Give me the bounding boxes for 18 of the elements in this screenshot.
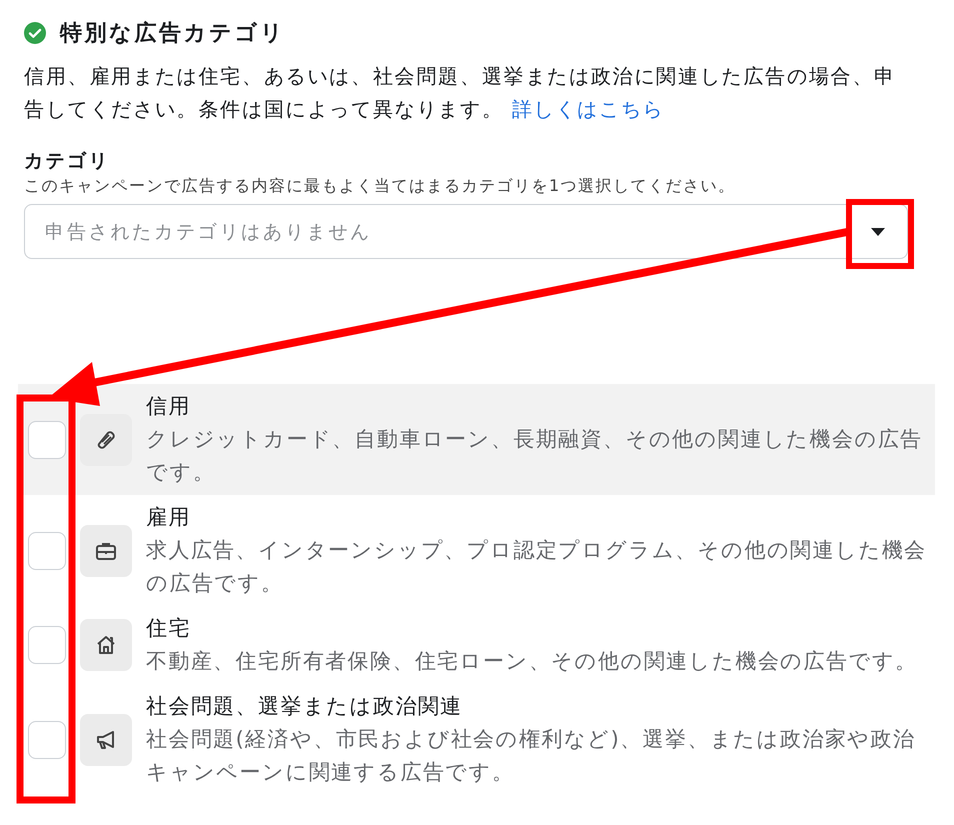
option-description: 社会問題(経済や、市民および社会の権利など)、選挙、または政治家や政治キャンペーンに関連する広告です。 — [146, 726, 916, 786]
section-title: 特別な広告カテゴリ — [60, 20, 286, 48]
option-description: 求人広告、インターンシップ、プロ認定プログラム、その他の関連した機会の広告です。 — [146, 537, 928, 597]
field-hint: このキャンペーンで広告する内容に最もよく当てはまるカテゴリを1つ選択してください。 — [24, 175, 737, 197]
option-description: クレジットカード、自動車ローン、長期融資、その他の関連した機会の広告です。 — [146, 426, 924, 486]
option-description: 不動産、住宅所有者保険、住宅ローン、その他の関連した機会の広告です。 — [146, 648, 919, 675]
category-option[interactable]: 信用 クレジットカード、自動車ローン、長期融資、その他の関連した機会の広告です。 — [18, 384, 935, 495]
option-title: 社会問題、選挙または政治関連 — [146, 693, 464, 720]
option-title: 住宅 — [146, 615, 192, 642]
description-text: 信用、雇用または住宅、あるいは、社会問題、選挙または政治に関連した広告の場合、申告してください。条件は国によって異なります。 詳しくはこちら — [24, 63, 897, 123]
category-option[interactable]: 住宅 不動産、住宅所有者保険、住宅ローン、その他の関連した機会の広告です。 — [18, 606, 935, 684]
option-title: 信用 — [146, 393, 192, 420]
placeholder-text: 申告されたカテゴリはありません — [45, 220, 372, 244]
field-label: カテゴリ — [24, 149, 111, 174]
category-option[interactable]: 社会問題、選挙または政治関連 社会問題(経済や、市民および社会の権利など)、選挙、または政治家や政治キャンペーンに関連する広告です。 — [18, 684, 935, 795]
option-title: 雇用 — [146, 504, 192, 531]
category-option[interactable]: 雇用 求人広告、インターンシップ、プロ認定プログラム、その他の関連した機会の広告です。 — [18, 495, 935, 606]
learn-more-link[interactable]: 詳しくはこちら — [512, 97, 664, 121]
